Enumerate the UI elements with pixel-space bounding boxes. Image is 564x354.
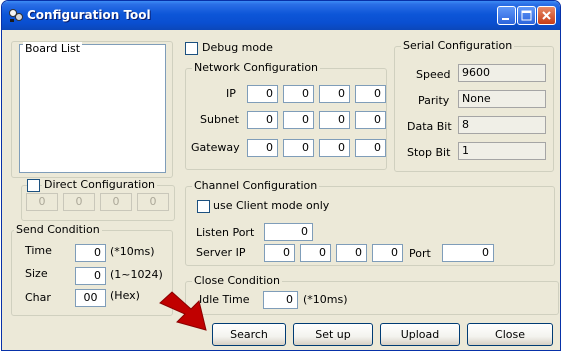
listen-port-label: Listen Port	[196, 226, 255, 239]
server-ip-octet-4[interactable]: 0	[372, 244, 403, 262]
ip-octet-1[interactable]: 0	[247, 85, 278, 103]
idle-time-unit: (*10ms)	[303, 293, 348, 306]
stop-bit-field[interactable]: 1	[458, 142, 546, 160]
subnet-octet-4[interactable]: 0	[355, 111, 386, 129]
server-ip-octet-1[interactable]: 0	[264, 244, 295, 262]
gateway-octet-3[interactable]: 0	[319, 139, 350, 157]
maximize-icon	[521, 10, 532, 21]
speed-field[interactable]: 9600	[458, 64, 546, 82]
upload-button[interactable]: Upload	[380, 323, 460, 346]
channel-config-title: Channel Configuration	[192, 179, 320, 193]
ip-octet-4[interactable]: 0	[355, 85, 386, 103]
maximize-button[interactable]	[517, 6, 536, 25]
subnet-label: Subnet	[200, 113, 239, 126]
direct-config-checkbox[interactable]	[27, 179, 40, 192]
parity-label: Parity	[418, 94, 450, 107]
gateway-octet-1[interactable]: 0	[247, 139, 278, 157]
port-field[interactable]: 0	[442, 244, 494, 262]
ip-octet-3[interactable]: 0	[319, 85, 350, 103]
subnet-octet-3[interactable]: 0	[319, 111, 350, 129]
parity-field[interactable]: None	[458, 90, 546, 108]
time-field[interactable]: 0	[75, 244, 106, 262]
board-list-label: Board List	[23, 42, 83, 56]
setup-button[interactable]: Set up	[293, 323, 373, 346]
time-unit: (*10ms)	[110, 245, 155, 258]
close-button[interactable]: Close	[467, 323, 553, 346]
speed-label: Speed	[416, 68, 451, 81]
title-bar[interactable]: Configuration Tool	[2, 1, 560, 30]
direct-octet-4[interactable]: 0	[137, 193, 169, 211]
subnet-octet-2[interactable]: 0	[283, 111, 314, 129]
config-window: Configuration Tool Board List Debug mode…	[1, 0, 561, 351]
debug-mode-label: Debug mode	[202, 41, 273, 54]
direct-octet-3[interactable]: 0	[100, 193, 132, 211]
serial-config-title: Serial Configuration	[401, 39, 515, 53]
close-icon	[542, 11, 551, 20]
search-button[interactable]: Search	[212, 323, 286, 346]
gateway-octet-4[interactable]: 0	[355, 139, 386, 157]
port-label: Port	[409, 247, 431, 260]
client-mode-label: use Client mode only	[213, 199, 330, 212]
char-label: Char	[25, 291, 51, 304]
client-mode-checkbox[interactable]	[197, 200, 210, 213]
close-condition-title: Close Condition	[192, 274, 282, 288]
size-unit: (1~1024)	[110, 268, 163, 281]
window-title: Configuration Tool	[27, 8, 151, 22]
idle-time-field[interactable]: 0	[263, 291, 298, 309]
direct-config-label: Direct Configuration	[42, 178, 158, 192]
ip-octet-2[interactable]: 0	[283, 85, 314, 103]
minimize-button[interactable]	[497, 6, 516, 25]
char-unit: (Hex)	[110, 289, 140, 302]
size-label: Size	[25, 267, 48, 280]
subnet-octet-1[interactable]: 0	[247, 111, 278, 129]
char-field[interactable]: 00	[75, 289, 106, 307]
direct-octet-2[interactable]: 0	[63, 193, 95, 211]
server-ip-label: Server IP	[196, 246, 246, 259]
server-ip-octet-3[interactable]: 0	[336, 244, 367, 262]
close-window-button[interactable]	[537, 6, 556, 25]
debug-mode-checkbox[interactable]	[185, 42, 198, 55]
board-list[interactable]	[19, 44, 166, 173]
data-bit-label: Data Bit	[407, 120, 452, 133]
minimize-icon	[502, 18, 509, 20]
gateway-octet-2[interactable]: 0	[283, 139, 314, 157]
server-ip-octet-2[interactable]: 0	[300, 244, 331, 262]
app-icon	[9, 9, 23, 22]
time-label: Time	[25, 244, 52, 257]
data-bit-field[interactable]: 8	[458, 116, 546, 134]
send-condition-title: Send Condition	[14, 223, 102, 237]
red-arrow-icon	[159, 291, 207, 331]
ip-label: IP	[226, 87, 236, 100]
network-config-title: Network Configuration	[192, 61, 321, 75]
size-field[interactable]: 0	[75, 267, 106, 285]
gateway-label: Gateway	[191, 141, 240, 154]
listen-port-field[interactable]: 0	[264, 223, 313, 241]
stop-bit-label: Stop Bit	[407, 146, 451, 159]
direct-octet-1[interactable]: 0	[26, 193, 58, 211]
